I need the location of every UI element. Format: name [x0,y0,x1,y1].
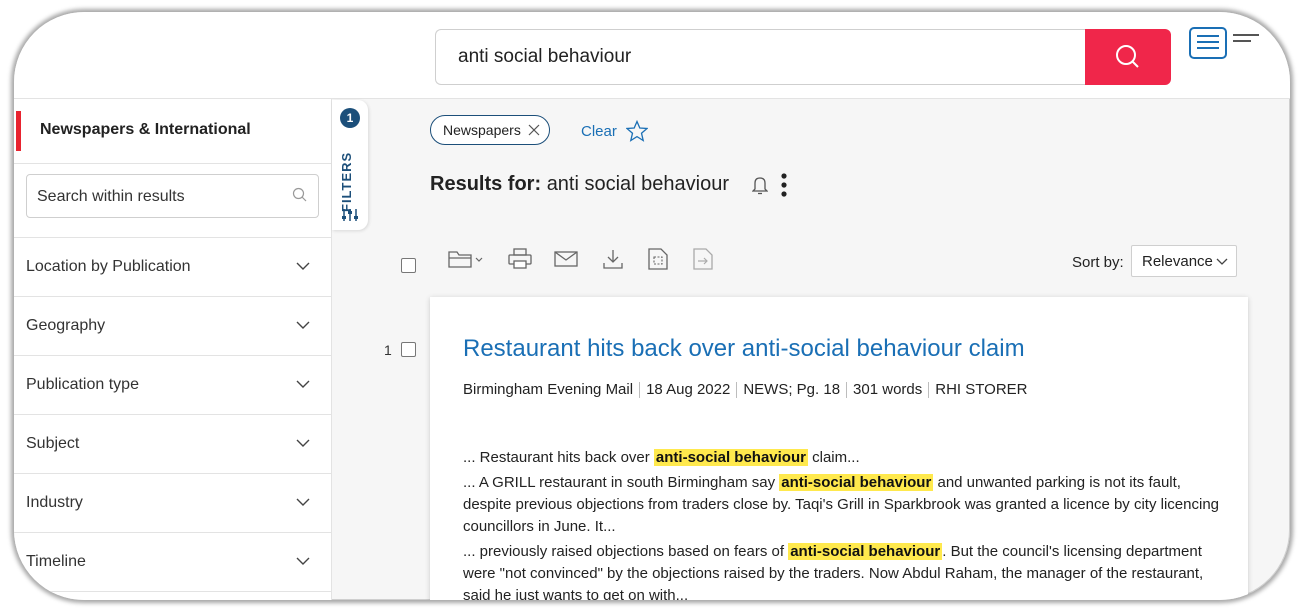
chevron-down-icon [296,498,310,506]
facet-geography[interactable]: Geography [14,297,331,356]
chevron-down-icon [296,321,310,329]
print-icon[interactable] [508,248,532,270]
result-title-link[interactable]: Restaurant hits back over anti-social be… [463,335,1025,363]
search-hit-highlight: anti-social behaviour [779,474,934,491]
sliders-icon [342,209,358,221]
top-bar: anti social behaviour [14,12,1290,99]
search-within-input[interactable]: Search within results [26,174,319,218]
sidebar-section-header[interactable]: Newspapers & International [14,99,331,164]
facet-label: Timeline [26,553,86,570]
facet-timeline[interactable]: Timeline [14,533,331,592]
sort-value: Relevance [1142,253,1213,270]
meta-divider [736,382,738,399]
sort-select[interactable]: Relevance [1131,245,1237,277]
search-icon[interactable] [292,187,308,203]
bell-icon[interactable] [752,175,768,195]
meta-divider [928,382,930,399]
download-icon[interactable] [602,248,624,270]
email-icon[interactable] [554,248,578,270]
star-icon[interactable] [626,120,648,142]
facet-label: Industry [26,494,83,511]
facet-industry[interactable]: Industry [14,474,331,533]
filters-toggle-tab[interactable]: 1 FILTERS [332,100,368,230]
filter-chip-newspapers[interactable]: Newspapers [430,115,550,145]
clear-filters-link[interactable]: Clear [581,123,617,140]
meta-author: RHI STORER [935,381,1028,398]
snippet: ... A GRILL restaurant in south Birmingh… [463,472,1223,538]
snippet: ... previously raised objections based o… [463,541,1223,600]
search-button[interactable] [1085,29,1171,85]
facet-label: Publication type [26,376,139,393]
filter-chip-label: Newspapers [443,122,521,138]
search-within-wrap: Search within results [14,164,331,238]
chevron-down-icon [296,262,310,270]
result-checkbox[interactable] [401,342,416,357]
snippet-text: ... previously raised objections based o… [463,543,789,560]
chevron-down-icon [296,557,310,565]
snippet: ... Restaurant hits back over anti-socia… [463,447,1223,469]
result-meta: Birmingham Evening Mail 18 Aug 2022 NEWS; … [463,381,1028,399]
meta-divider [846,382,848,399]
sort-label: Sort by: [1072,254,1124,271]
export-document-icon[interactable] [693,248,713,270]
snippet-text: ... Restaurant hits back over [463,449,654,466]
result-card: Restaurant hits back over anti-social be… [430,297,1248,600]
active-indicator [16,111,21,151]
chevron-down-icon [296,380,310,388]
app-window: anti social behaviour Newspapers & Inter… [14,12,1290,600]
filters-label: FILTERS [339,151,354,212]
full-text-icon[interactable] [648,248,668,270]
filters-count-badge: 1 [340,108,360,128]
facet-publication-type[interactable]: Publication type [14,356,331,415]
results-heading-query: anti social behaviour [546,173,730,195]
facet-label: Geography [26,317,106,334]
close-icon[interactable] [528,124,540,136]
more-options-icon[interactable] [780,172,788,198]
sidebar-section-title: Newspapers & International [40,121,251,138]
meta-publication: Birmingham Evening Mail [463,381,634,398]
meta-divider [639,382,641,399]
results-heading-prefix: Results for: [430,173,542,195]
facet-label: Subject [26,435,80,452]
meta-wordcount: 301 words [853,381,923,398]
folder-dropdown-icon[interactable] [448,248,486,270]
result-snippets: ... Restaurant hits back over anti-socia… [463,447,1223,600]
search-input[interactable]: anti social behaviour [435,29,1085,85]
meta-section: NEWS; Pg. 18 [743,381,841,398]
search-hit-highlight: anti-social behaviour [653,449,808,466]
meta-date: 18 Aug 2022 [646,381,731,398]
facet-subject[interactable]: Subject [14,415,331,474]
search-within-placeholder: Search within results [37,188,185,205]
select-all-checkbox[interactable] [401,258,416,273]
chevron-down-icon [296,439,310,447]
snippet-text: ... A GRILL restaurant in south Birmingh… [463,474,780,491]
search-icon [1116,45,1139,68]
facet-location-by-publication[interactable]: Location by Publication [14,238,331,297]
document-list-icon[interactable] [1189,27,1259,67]
search-hit-highlight: anti-social behaviour [788,543,943,560]
chevron-down-icon [1216,258,1228,265]
search-query-text: anti social behaviour [458,46,632,67]
facet-label: Location by Publication [26,258,191,275]
snippet-text: claim... [807,449,860,466]
filter-sidebar: Newspapers & International Search within… [14,99,332,600]
results-heading: Results for: anti social behaviour [430,173,729,196]
result-number: 1 [384,342,392,358]
